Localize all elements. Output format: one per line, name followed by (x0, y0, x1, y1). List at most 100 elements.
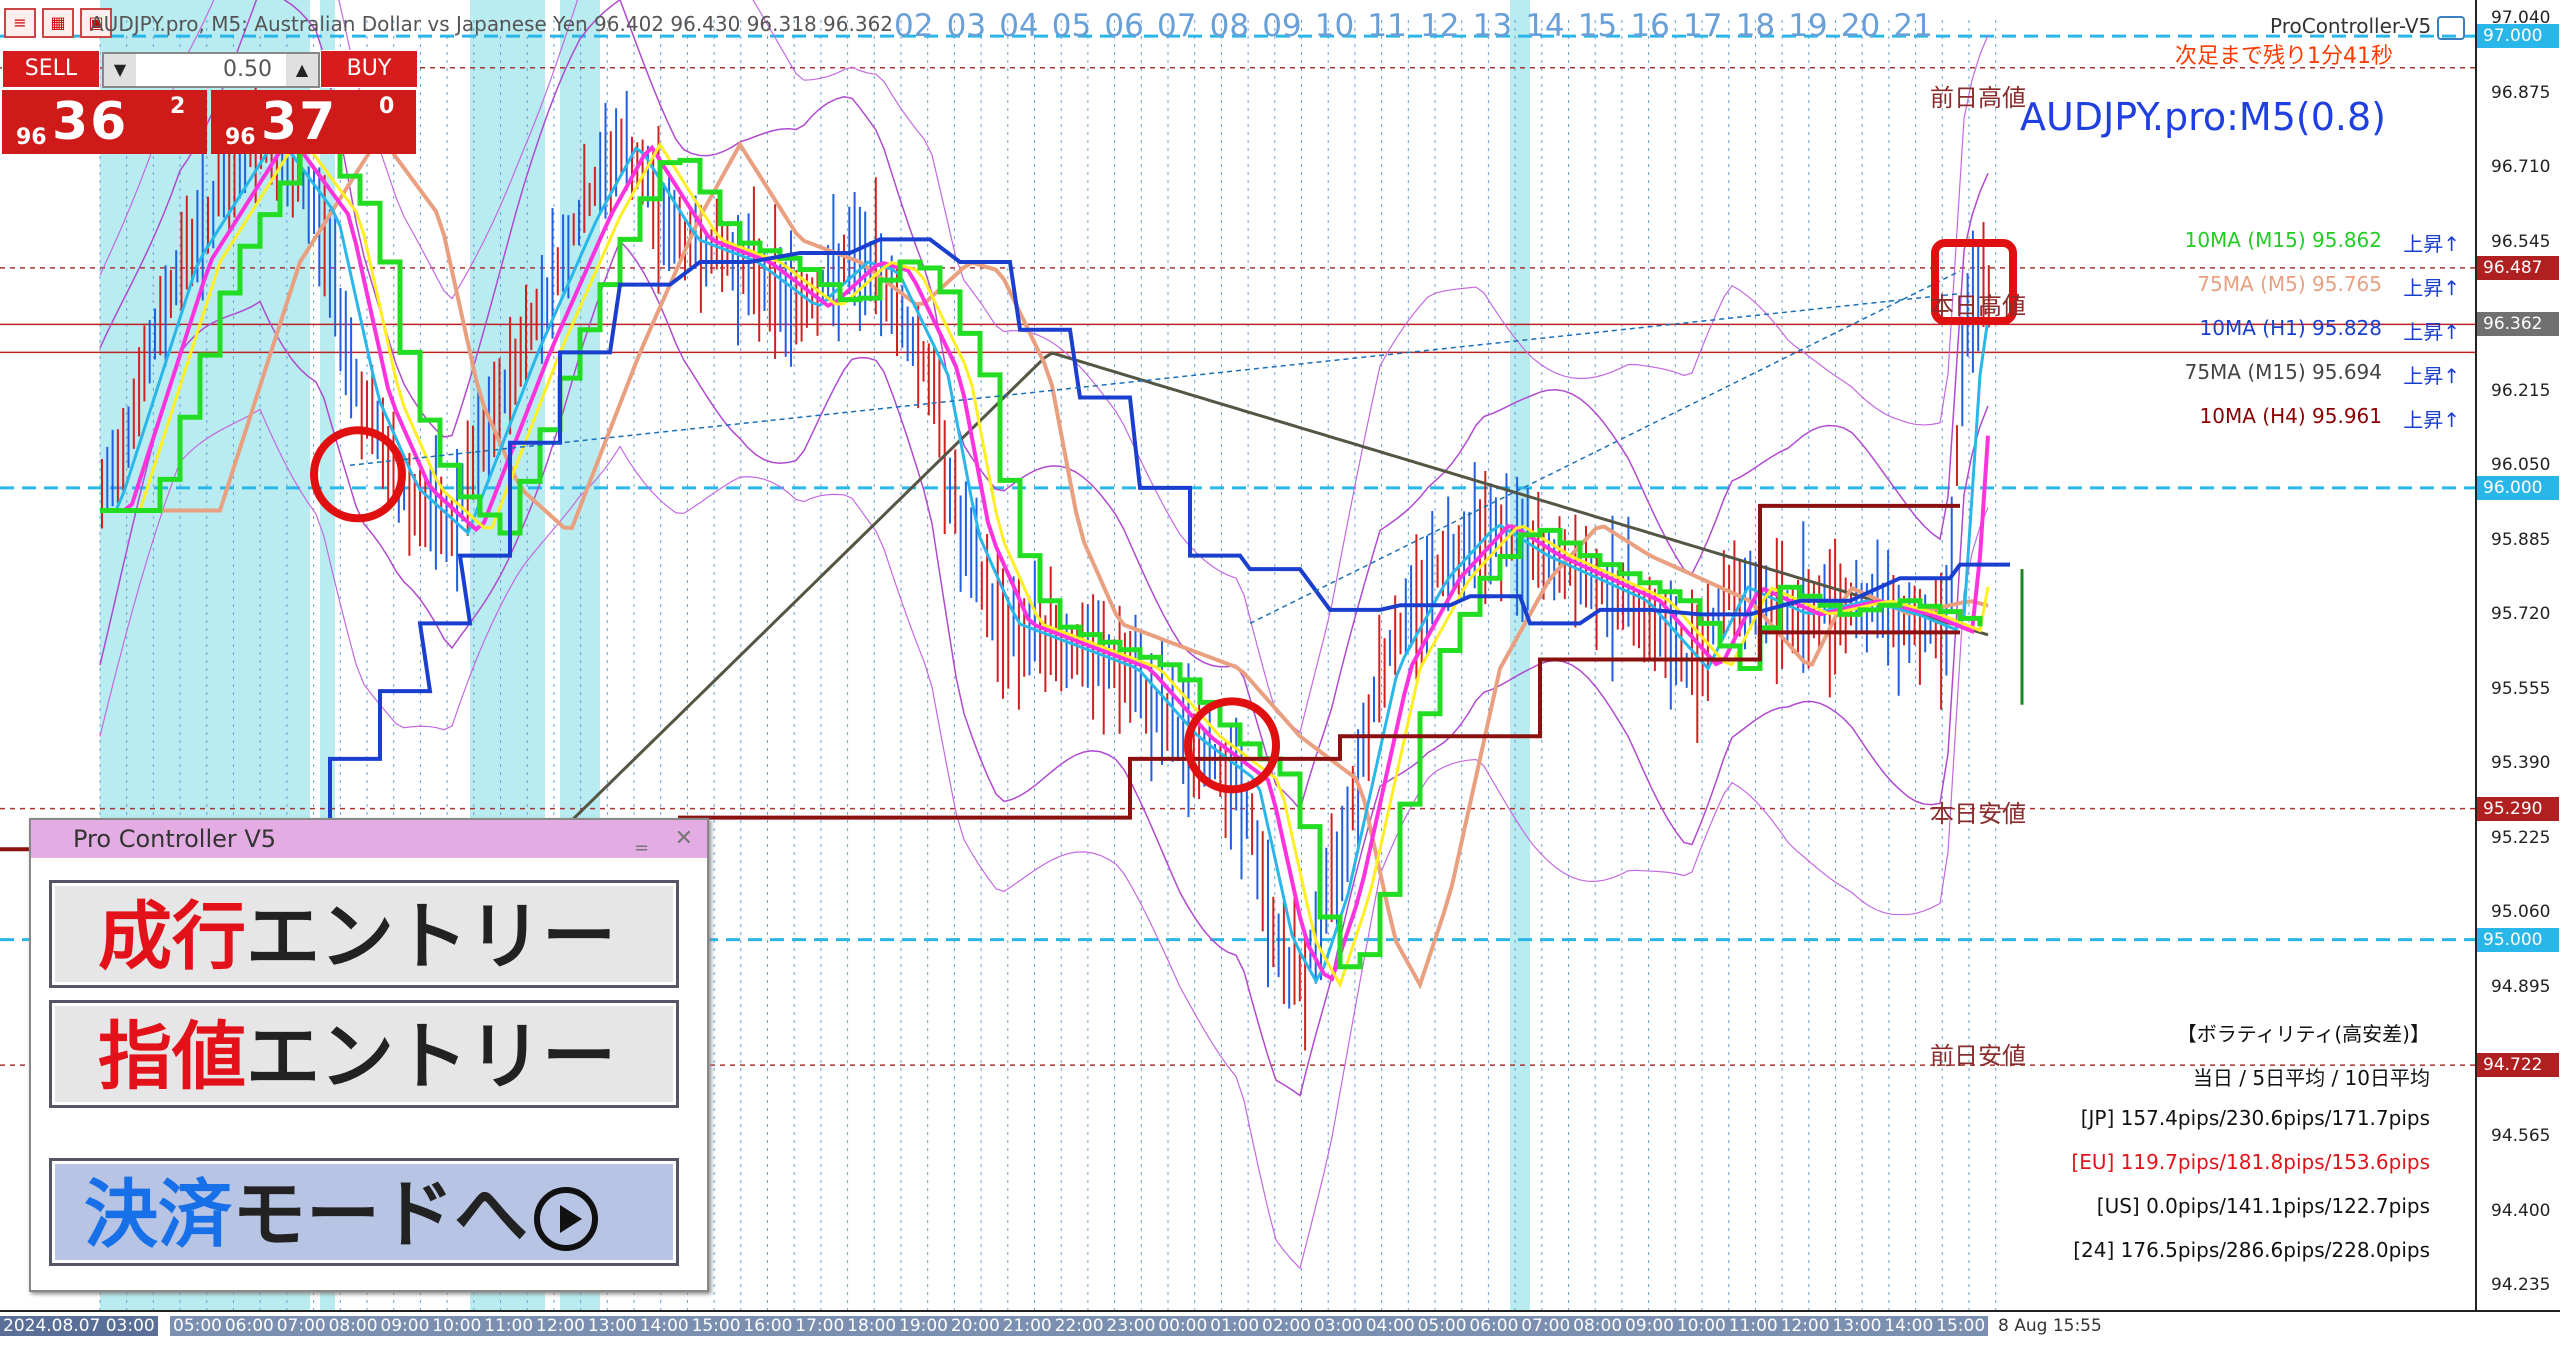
volatility-title: 【ボラティリティ(高安差)】 (2176, 1022, 2430, 1046)
date-number: 05 (1051, 8, 1092, 44)
price-chart[interactable]: ≡ ▦ ▣ AUDJPY.pro, M5: Australian Dollar … (0, 0, 2475, 1310)
time-label: 01:00 (1207, 1316, 1263, 1336)
time-label: 07:00 (273, 1316, 329, 1336)
ma-trend: 上昇↑ (2403, 232, 2460, 256)
price-tag: 95.000 (2477, 927, 2559, 952)
ask-prefix: 96 (225, 125, 256, 150)
time-label: 23:00 (1103, 1316, 1159, 1336)
price-tick: 96.050 (2491, 455, 2551, 476)
list-icon[interactable]: ≡ (4, 8, 36, 38)
date-number: 10 (1314, 8, 1355, 44)
price-tick: 95.885 (2491, 529, 2551, 550)
session-band (1510, 0, 1530, 1310)
price-tag: 97.000 (2477, 24, 2559, 49)
limit-entry-button[interactable]: 指値エントリー (49, 1000, 679, 1108)
sell-button[interactable]: SELL (2, 50, 100, 88)
price-tag: 96.362 (2477, 312, 2559, 337)
ma-row: 10MA (H1) 95.828 上昇↑ (1990, 316, 2460, 356)
time-label: 21:00 (999, 1316, 1055, 1336)
ma-name: 10MA (H1) 95.828 (2199, 316, 2382, 340)
price-tick: 96.710 (2491, 157, 2551, 178)
price-tick: 95.390 (2491, 753, 2551, 774)
volatility-row: [JP] 157.4pips/230.6pips/171.7pips (2080, 1106, 2430, 1130)
ask-big: 37 (261, 92, 338, 152)
time-label: 14:00 (1881, 1316, 1937, 1336)
bid-big: 36 (52, 92, 129, 152)
ma-name: 10MA (M15) 95.862 (2184, 228, 2382, 252)
date-number: 12 (1420, 8, 1460, 44)
price-tick: 95.225 (2491, 827, 2551, 848)
time-label: 12:00 (533, 1316, 588, 1336)
price-tick: 94.235 (2491, 1275, 2551, 1296)
lot-up-icon[interactable]: ▲ (286, 54, 318, 86)
close-icon[interactable]: ✕ (675, 820, 693, 858)
ask-sup: 0 (379, 94, 395, 119)
date-number: 13 (1472, 8, 1513, 44)
lot-down-icon[interactable]: ▼ (104, 54, 136, 86)
ma-row: 75MA (M5) 95.765 上昇↑ (1990, 272, 2460, 312)
pro-controller-titlebar[interactable]: Pro Controller V5 ‗ ✕ (31, 820, 707, 858)
sell-price-button[interactable]: 96 36 2 (2, 90, 207, 154)
time-axis[interactable]: 2024.08.07 03:00 05:00 06:00 07:00 08:00 09:0… (0, 1310, 2560, 1355)
date-number: 14 (1525, 8, 1565, 44)
time-label: 05:00 (170, 1316, 225, 1336)
date-number: 06 (1104, 8, 1144, 44)
time-label: 11:00 (481, 1316, 537, 1336)
minimize-icon[interactable]: ‗ (636, 820, 647, 858)
price-tick: 96.215 (2491, 380, 2551, 401)
buy-button[interactable]: BUY (320, 50, 418, 88)
cap-icon[interactable] (2437, 15, 2466, 40)
time-label: 13:00 (1829, 1316, 1885, 1336)
date-number: 04 (999, 8, 1039, 44)
one-click-trading-panel: SELL ▼ 0.50 ▲ BUY 96 36 2 96 37 0 (2, 50, 418, 156)
ma-name: 75MA (M15) 95.694 (2184, 360, 2382, 384)
time-label: 00:00 (1155, 1316, 1211, 1336)
date-number: 03 (946, 8, 987, 44)
time-label: 10:00 (429, 1316, 485, 1336)
price-tick: 95.060 (2491, 902, 2551, 923)
price-tick: 95.555 (2491, 678, 2551, 699)
chart-icon[interactable]: ▦ (42, 8, 74, 38)
time-label: 08:00 (325, 1316, 381, 1336)
date-number: 19 (1788, 8, 1828, 44)
lot-value[interactable]: 0.50 (223, 54, 272, 86)
pro-controller-title: Pro Controller V5 (73, 825, 277, 853)
price-axis[interactable]: 97.040 96.875 96.710 96.545 96.215 96.050 95.8… (2475, 0, 2560, 1310)
lot-size-input[interactable]: ▼ 0.50 ▲ (102, 52, 320, 88)
time-label: 15:00 (688, 1316, 744, 1336)
exit-mode-button[interactable]: 決済モードへ (49, 1158, 679, 1266)
ma-trend: 上昇↑ (2403, 320, 2460, 344)
pro-controller-panel: Pro Controller V5 ‗ ✕ 成行エントリー 指値エントリー 決済… (29, 818, 709, 1292)
time-label: 14:00 (636, 1316, 692, 1336)
price-tag: 95.290 (2477, 796, 2559, 821)
time-label: 02:00 (1259, 1316, 1314, 1336)
chart-title: AUDJPY.pro, M5: Australian Dollar vs Jap… (90, 12, 894, 36)
time-label: 18:00 (844, 1316, 900, 1336)
time-label: 08:00 (1570, 1316, 1626, 1336)
indicator-name: ProController-V5 (2270, 14, 2466, 40)
time-label: 11:00 (1725, 1316, 1781, 1336)
time-label: 06:00 (221, 1316, 277, 1336)
ma-row: 75MA (M15) 95.694 上昇↑ (1990, 360, 2460, 400)
today-low-label: 本日安値 (1930, 800, 2026, 828)
ma-row: 10MA (M15) 95.862 上昇↑ (1990, 228, 2460, 268)
market-entry-button[interactable]: 成行エントリー (49, 880, 679, 988)
date-number: 02 (894, 8, 934, 44)
volatility-row: [EU] 119.7pips/181.8pips/153.6pips (2071, 1150, 2430, 1174)
ma-row: 10MA (H4) 95.961 上昇↑ (1990, 404, 2460, 444)
price-tick: 96.545 (2491, 231, 2551, 252)
time-label: 22:00 (1051, 1316, 1107, 1336)
date-number: 16 (1630, 8, 1670, 44)
symbol-label: AUDJPY.pro:M5(0.8) (2020, 95, 2386, 139)
time-label: 05:00 (1414, 1316, 1470, 1336)
date-number: 20 (1840, 8, 1881, 44)
buy-price-button[interactable]: 96 37 0 (211, 90, 416, 154)
ma-trend: 上昇↑ (2403, 408, 2460, 432)
time-label: 12:00 (1777, 1316, 1833, 1336)
price-tick: 94.400 (2491, 1200, 2551, 1221)
time-label: 04:00 (1362, 1316, 1418, 1336)
volatility-subtitle: 当日 / 5日平均 / 10日平均 (2192, 1066, 2430, 1090)
time-label: 07:00 (1518, 1316, 1574, 1336)
date-number: 21 (1893, 8, 1933, 44)
time-label: 09:00 (377, 1316, 433, 1336)
